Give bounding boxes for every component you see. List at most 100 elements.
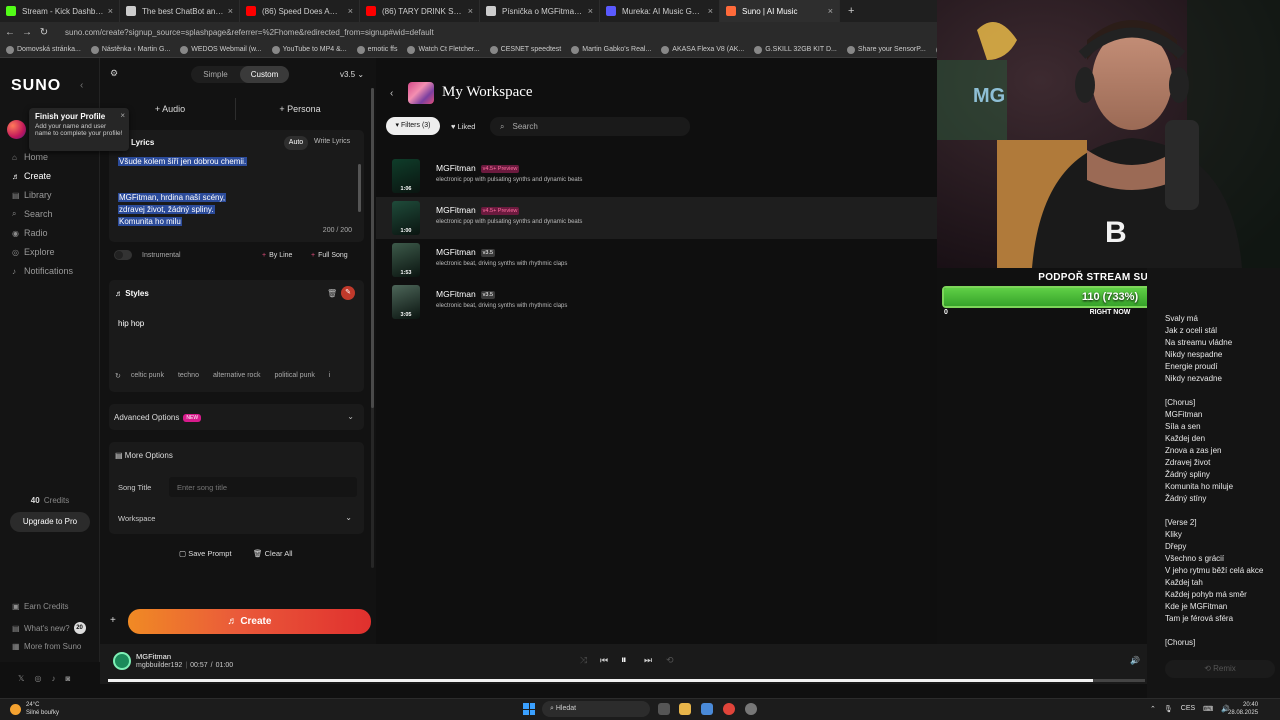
browser-tab[interactable]: Stream - Kick Dashboard × (0, 0, 120, 22)
version-select[interactable]: v3.5 ⌄ (340, 70, 364, 79)
chevron-down-icon[interactable]: ⌄ (345, 513, 352, 522)
song-row[interactable]: 3:05 MGFitman v3.5 electronic beat, driving… (376, 281, 937, 323)
bookmark-item[interactable]: Share your SensorP... (846, 45, 926, 54)
song-title[interactable]: MGFitman v4.5+ Preview (436, 205, 520, 215)
style-tag[interactable]: i (325, 370, 335, 381)
shuffle-icon[interactable]: ⤨ (580, 655, 587, 666)
song-title-input[interactable] (169, 477, 357, 497)
url-field[interactable]: suno.com/create?signup_source=splashpage… (65, 28, 434, 37)
persona-button[interactable]: + Persona (270, 98, 330, 120)
save-prompt-button[interactable]: ▢ Save Prompt (179, 549, 232, 558)
write-lyrics-button[interactable]: Write Lyrics (314, 138, 350, 145)
refresh-icon[interactable]: ↻ (115, 372, 121, 380)
close-icon[interactable]: × (228, 6, 233, 16)
plus-icon[interactable]: + (110, 615, 116, 626)
styles-input[interactable]: hip hop (118, 319, 144, 328)
close-icon[interactable]: × (120, 111, 125, 120)
clock[interactable]: 20:40 28.08.2025 (1228, 701, 1258, 717)
filters-button[interactable]: ▾ Filters (3) (386, 117, 440, 135)
mode-custom[interactable]: Custom (240, 66, 289, 83)
back-icon[interactable]: ‹ (390, 88, 393, 99)
browser-tab[interactable]: The best ChatBot and Widgets× (120, 0, 240, 22)
close-icon[interactable]: × (108, 6, 113, 16)
discord-icon[interactable]: ◙ (65, 674, 70, 683)
player-thumbnail[interactable] (113, 652, 131, 670)
reload-icon[interactable]: ↻ (37, 27, 51, 38)
pencil-icon[interactable]: ✎ (341, 286, 355, 300)
browser-tab[interactable]: Písnička o MGFitmanovi a jeho× (480, 0, 600, 22)
liked-button[interactable]: ♥ Liked (451, 122, 475, 131)
more-options-label[interactable]: ▤ More Options (115, 451, 173, 460)
instrumental-toggle[interactable]: Instrumental (114, 250, 181, 260)
sidebar-item-radio[interactable]: ◉ Radio (12, 228, 48, 238)
close-icon[interactable]: × (708, 6, 713, 16)
browser-tab[interactable]: (86) Speed Does America vs Di× (240, 0, 360, 22)
by-line-button[interactable]: + By Line (262, 252, 292, 259)
language-indicator[interactable]: CES (1181, 705, 1195, 713)
song-row[interactable]: 1:06 MGFitman v4.5+ Preview electronic pop … (376, 155, 937, 197)
upgrade-button[interactable]: Upgrade to Pro (10, 512, 90, 532)
sidebar-item-create[interactable]: ♬ Create (12, 171, 51, 181)
volume-icon[interactable]: 🔊 (1130, 656, 1140, 665)
tiktok-icon[interactable]: ♪ (51, 674, 55, 683)
workspace-label[interactable]: Workspace (118, 514, 155, 523)
workspace-search[interactable]: ⌕ Search (490, 117, 690, 136)
player-title[interactable]: MGFitman (136, 652, 171, 661)
gear-icon[interactable]: ⚙ (110, 68, 118, 79)
toggle-switch[interactable] (114, 250, 132, 260)
close-icon[interactable]: × (348, 6, 353, 16)
bookmark-item[interactable]: CESNET speedtest (489, 45, 561, 54)
sidebar-item-notifications[interactable]: ♪ Notifications (12, 266, 73, 276)
lyrics-textarea[interactable]: Všude kolem šíří jen dobrou chemii. MGFit… (118, 156, 348, 228)
task-view-icon[interactable] (658, 703, 670, 715)
suno-logo[interactable]: SUNO (11, 77, 61, 95)
remix-button[interactable]: ⟲ Remix (1165, 660, 1275, 678)
pause-icon[interactable]: ⏸ (621, 654, 627, 667)
bookmark-item[interactable]: Watch Ct Fletcher... (407, 45, 480, 54)
song-thumbnail[interactable]: 3:05 (392, 285, 420, 319)
bookmark-item[interactable]: YouTube to MP4 &... (271, 45, 347, 54)
close-icon[interactable]: × (588, 6, 593, 16)
close-icon[interactable]: × (468, 6, 473, 16)
progress-bar[interactable] (108, 679, 1145, 682)
previous-icon[interactable]: ⏮ (600, 655, 608, 666)
trash-icon[interactable]: 🗑 (327, 289, 337, 298)
advanced-options[interactable]: Advanced Options NEW ⌄ (109, 404, 364, 430)
mode-simple[interactable]: Simple (191, 66, 240, 83)
taskbar-search[interactable]: ⌕ Hledat (542, 701, 650, 717)
network-icon[interactable]: ⌨ (1203, 705, 1213, 713)
sidebar-item-home[interactable]: ⌂ Home (12, 152, 48, 162)
store-icon[interactable] (701, 703, 713, 715)
mic-icon[interactable]: 🎙 (1164, 705, 1173, 713)
browser-tab[interactable]: (86) TARY DRINK SONG | Offici× (360, 0, 480, 22)
style-tag[interactable]: techno (174, 370, 203, 381)
auto-button[interactable]: Auto (284, 136, 308, 150)
song-thumbnail[interactable]: 1:06 (392, 159, 420, 193)
bookmark-item[interactable]: Nástěnka ‹ Martin G... (90, 45, 170, 54)
forward-icon[interactable]: → (20, 27, 34, 38)
song-title[interactable]: MGFitman v4.5+ Preview (436, 163, 520, 173)
song-title[interactable]: MGFitman v3.5 (436, 289, 496, 299)
browser-tab[interactable]: Suno | AI Music × (720, 0, 840, 22)
collapse-icon[interactable]: ‹ (80, 80, 83, 91)
song-title[interactable]: MGFitman v3.5 (436, 247, 496, 257)
new-tab-button[interactable]: + (840, 5, 862, 17)
bookmark-item[interactable]: WEDOS Webmail (w... (180, 45, 262, 54)
weather-widget[interactable]: 24°C Silné bouřky (10, 701, 59, 717)
clear-all-button[interactable]: 🗑 Clear All (253, 549, 293, 558)
repeat-icon[interactable]: ⟲ (666, 655, 674, 666)
close-icon[interactable]: × (828, 6, 833, 16)
song-thumbnail[interactable]: 1:00 (392, 201, 420, 235)
file-explorer-icon[interactable] (679, 703, 691, 715)
bookmark-item[interactable]: G.SKILL 32GB KIT D... (754, 45, 837, 54)
avatar[interactable] (7, 120, 26, 139)
create-button[interactable]: ♬ Create (128, 609, 371, 634)
sidebar-item-library[interactable]: ▤ Library (12, 190, 52, 200)
browser-tab[interactable]: Mureka: AI Music Generator to× (600, 0, 720, 22)
chevron-up-icon[interactable]: ⌃ (1150, 705, 1156, 713)
settings-icon[interactable] (745, 703, 757, 715)
bookmark-item[interactable]: emotic ffs (356, 45, 397, 54)
sidebar-item-explore[interactable]: ◎ Explore (12, 247, 55, 257)
song-row[interactable]: 1:00 MGFitman v4.5+ Preview electronic pop … (376, 197, 937, 239)
more-from-suno-link[interactable]: ▦ More from Suno (12, 642, 81, 651)
